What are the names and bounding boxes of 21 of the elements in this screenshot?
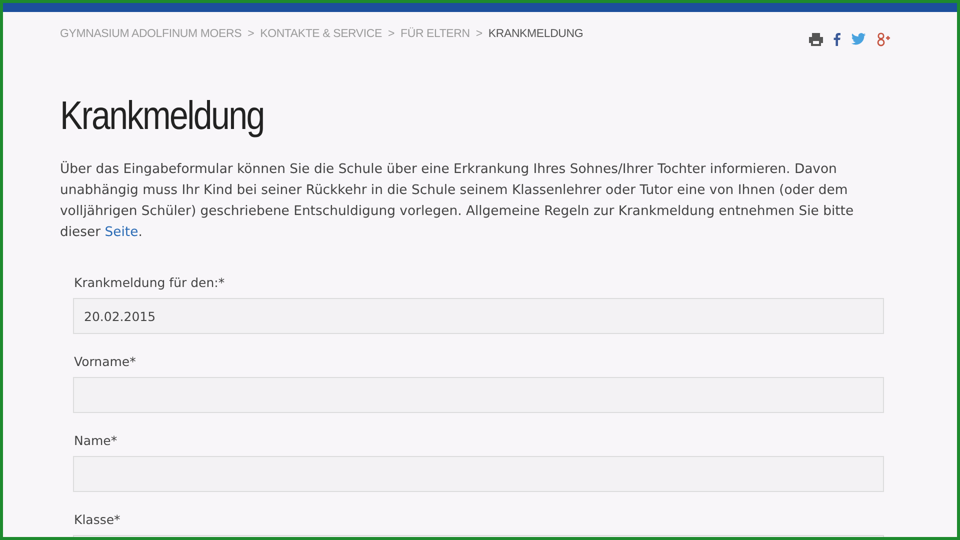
field-label: Krankmeldung für den:* bbox=[74, 275, 225, 290]
input-field[interactable] bbox=[73, 456, 884, 492]
field-label: Name* bbox=[74, 433, 118, 448]
breadcrumb-item[interactable]: KONTAKTE & SERVICE bbox=[260, 28, 382, 40]
input-field[interactable]: 20.02.2015 bbox=[73, 298, 884, 334]
breadcrumb-separator: > bbox=[248, 28, 254, 40]
print-icon[interactable] bbox=[809, 32, 823, 46]
breadcrumb-item: KRANKMELDUNG bbox=[488, 28, 584, 40]
page-link[interactable]: Seite bbox=[104, 225, 138, 240]
breadcrumb-item[interactable]: FÜR ELTERN bbox=[400, 28, 470, 40]
google-plus-icon[interactable] bbox=[876, 32, 891, 46]
breadcrumb-item[interactable]: GYMNASIUM ADOLFINUM MOERS bbox=[60, 28, 242, 40]
page-title: Krankmeldung bbox=[60, 94, 264, 139]
intro-paragraph: Über das Eingabeformular können Sie die Schule über eine Erkrankung Ihres Sohnes/Ihrer Tochter informieren. Davon unabhängig muss Ihr Kind bei seiner Rückkehr in die Schule seinem Klassenlehrer oder Tutor eine von Ihnen (oder dem volljährigen Schüler) geschriebene Entschuldigung vorlegen. Allgemeine Regeln zur Krankmeldung entnehmen Sie bitte dieser Seite. bbox=[60, 160, 855, 242]
twitter-icon[interactable] bbox=[851, 33, 866, 45]
input-field[interactable] bbox=[73, 377, 884, 413]
field-label: Klasse* bbox=[74, 512, 120, 527]
facebook-icon[interactable] bbox=[833, 32, 841, 46]
breadcrumb-separator: > bbox=[388, 28, 395, 40]
field-label: Vorname* bbox=[74, 354, 136, 369]
breadcrumb-separator: > bbox=[476, 28, 482, 40]
